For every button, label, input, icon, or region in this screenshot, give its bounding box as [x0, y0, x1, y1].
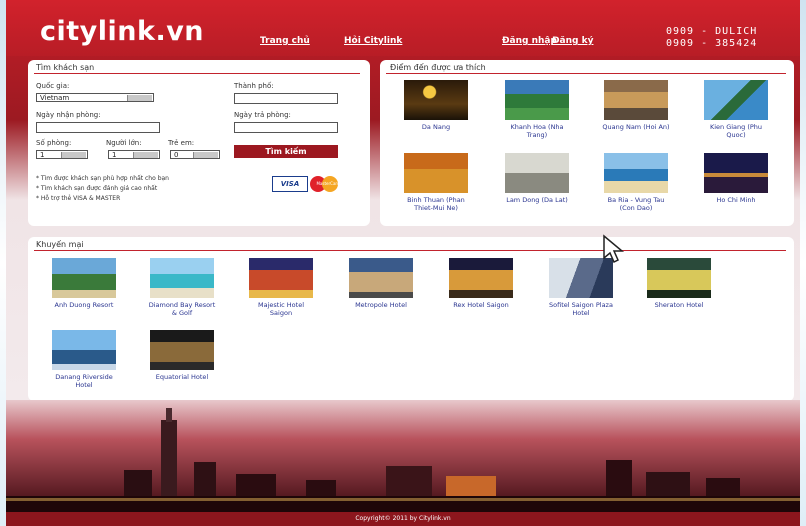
children-label: Trẻ em: [168, 139, 195, 147]
hotel-card[interactable]: Equatorial Hotel [147, 330, 217, 381]
destination-card[interactable]: Kien Giang (Phu Quoc) [701, 80, 771, 139]
hotel-name: Majestic Hotel Saigon [258, 301, 304, 317]
destination-name: Khanh Hoa (Nha Trang) [510, 123, 564, 139]
checkin-date-input[interactable] [36, 122, 160, 133]
adults-label: Người lớn: [106, 139, 142, 147]
promotions-panel-divider [34, 250, 786, 251]
checkout-date-input[interactable] [234, 122, 338, 133]
register-link[interactable]: Đăng ký [552, 36, 593, 46]
site-logo[interactable]: citylink.vn [40, 16, 204, 47]
search-panel-title: Tìm khách sạn [36, 63, 95, 72]
destination-name: Ho Chi Minh [716, 196, 756, 204]
page: citylink.vn Trang chủ Hỏi Citylink Đăng … [0, 0, 806, 526]
hotel-photo [52, 330, 116, 370]
destination-card[interactable]: Da Nang [401, 80, 471, 131]
destination-name: Lam Dong (Da Lat) [506, 196, 568, 204]
hotel-card[interactable]: Metropole Hotel [346, 258, 416, 309]
hotel-card[interactable]: Sheraton Hotel [644, 258, 714, 309]
destination-card[interactable]: Lam Dong (Da Lat) [502, 153, 572, 204]
hotel-name: Diamond Bay Resort & Golf [148, 301, 216, 317]
hotline-1: 0909 - DULICH [666, 26, 758, 37]
nav-home-link[interactable]: Trang chủ [260, 36, 310, 46]
hotel-photo [249, 258, 313, 298]
rooms-select[interactable]: 1 [36, 150, 88, 159]
destination-name: Quang Nam (Hoi An) [602, 123, 670, 131]
destinations-panel-title: Điểm đến được ưa thích [390, 63, 486, 72]
hotel-name: Sofitel Saigon Plaza Hotel [549, 301, 613, 317]
destination-card[interactable]: Ho Chi Minh [701, 153, 771, 204]
promotions-panel-title: Khuyến mại [36, 240, 84, 249]
hotel-card[interactable]: Danang Riverside Hotel [49, 330, 119, 389]
hotel-name: Danang Riverside Hotel [55, 373, 113, 389]
destination-name: Kien Giang (Phu Quoc) [709, 123, 763, 139]
hotel-card[interactable]: Sofitel Saigon Plaza Hotel [546, 258, 616, 317]
destination-card[interactable]: Khanh Hoa (Nha Trang) [502, 80, 572, 139]
hotel-name: Metropole Hotel [355, 301, 407, 309]
hotel-photo [349, 258, 413, 298]
city-label: Thành phố: [234, 82, 274, 90]
destination-photo [505, 153, 569, 193]
destination-photo [704, 80, 768, 120]
destination-name: Da Nang [421, 123, 451, 131]
mastercard-logo: MasterCard [310, 176, 346, 192]
hotel-photo [150, 330, 214, 370]
destination-photo [404, 153, 468, 193]
country-select[interactable]: Vietnam [36, 93, 154, 102]
destination-card[interactable]: Quang Nam (Hoi An) [601, 80, 671, 131]
children-select[interactable]: 0 [170, 150, 220, 159]
hotel-card[interactable]: Anh Duong Resort [49, 258, 119, 309]
hotel-name: Equatorial Hotel [155, 373, 209, 381]
hotel-name: Rex Hotel Saigon [453, 301, 509, 309]
hotel-card[interactable]: Rex Hotel Saigon [446, 258, 516, 309]
hotel-name: Sheraton Hotel [654, 301, 704, 309]
hotel-photo [647, 258, 711, 298]
destination-name: Ba Ria - Vung Tau (Con Dao) [607, 196, 665, 212]
destination-card[interactable]: Binh Thuan (Phan Thiet-Mui Ne) [401, 153, 471, 212]
nav-ask-link[interactable]: Hỏi Citylink [344, 36, 402, 46]
country-label: Quốc gia: [36, 82, 70, 90]
header: citylink.vn Trang chủ Hỏi Citylink Đăng … [6, 0, 800, 56]
destinations-panel-divider [386, 73, 786, 74]
hotel-photo [549, 258, 613, 298]
destination-photo [704, 153, 768, 193]
hotel-photo [52, 258, 116, 298]
destination-photo [604, 153, 668, 193]
search-panel-divider [34, 73, 360, 74]
hotel-name: Anh Duong Resort [54, 301, 114, 309]
adults-select[interactable]: 1 [108, 150, 160, 159]
rooms-label: Số phòng: [36, 139, 72, 147]
visa-logo: VISA [272, 176, 308, 192]
login-link[interactable]: Đăng nhập [502, 36, 557, 46]
checkout-label: Ngày trả phòng: [234, 111, 291, 119]
hotel-card[interactable]: Diamond Bay Resort & Golf [147, 258, 217, 317]
hotel-card[interactable]: Majestic Hotel Saigon [246, 258, 316, 317]
mastercard-label: MasterCard [316, 181, 340, 186]
search-note-3: * Hỗ trợ thẻ VISA & MASTER [36, 195, 121, 202]
search-button[interactable]: Tìm kiếm [234, 145, 338, 158]
destination-photo [604, 80, 668, 120]
search-note-2: * Tìm khách sạn được đánh giá cao nhất [36, 185, 158, 192]
destination-photo [404, 80, 468, 120]
mouse-cursor-icon [603, 234, 625, 264]
city-input[interactable] [234, 93, 338, 104]
hotline-2: 0909 - 385424 [666, 38, 758, 49]
destination-name: Binh Thuan (Phan Thiet-Mui Ne) [407, 196, 465, 212]
hotel-photo [449, 258, 513, 298]
destination-photo [505, 80, 569, 120]
checkin-label: Ngày nhận phòng: [36, 111, 101, 119]
hotel-photo [150, 258, 214, 298]
city-skyline-banner [6, 400, 800, 512]
right-edge [800, 0, 806, 526]
destination-card[interactable]: Ba Ria - Vung Tau (Con Dao) [601, 153, 671, 212]
footer: Copyright© 2011 by Citylink.vn [6, 512, 800, 526]
search-note-1: * Tìm được khách sạn phù hợp nhất cho bạ… [36, 175, 169, 182]
